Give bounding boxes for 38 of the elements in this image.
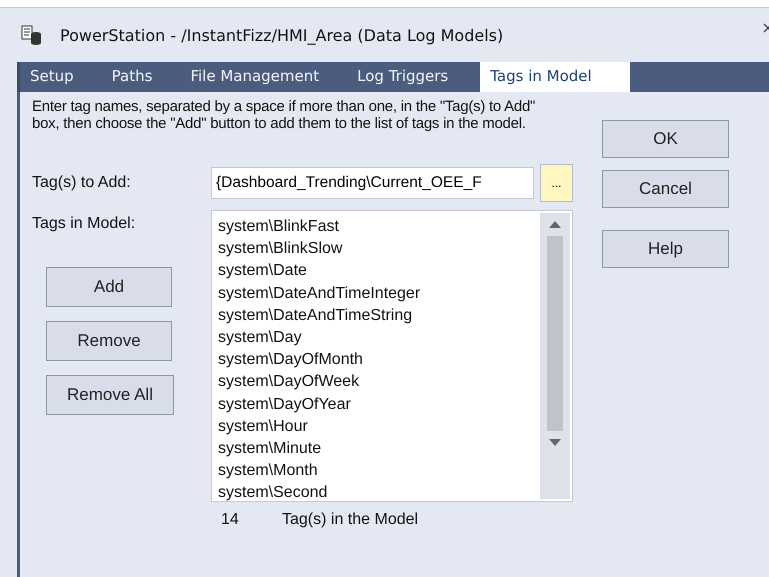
scroll-down-icon[interactable] [549, 439, 561, 446]
list-item[interactable]: system\BlinkFast [218, 216, 538, 238]
tab[interactable]: Tags in Model [480, 62, 630, 92]
document-database-icon [21, 24, 43, 46]
list-item[interactable]: system\Date [218, 260, 538, 283]
dialog-button[interactable]: Help [602, 230, 729, 268]
tab[interactable]: Log Triggers [357, 64, 460, 92]
list-item[interactable]: system\Month [218, 460, 538, 482]
list-action-button[interactable]: Add [46, 267, 172, 307]
browse-button[interactable]: ... [540, 164, 573, 202]
tag-count: 14 [221, 511, 240, 529]
count-label: Tag(s) in the Model [282, 511, 418, 529]
list-item[interactable]: system\Second [218, 482, 538, 501]
list-item[interactable]: system\Hour [218, 416, 538, 438]
window-title: PowerStation - /InstantFizz/HMI_Area (Data Log Models) [60, 26, 504, 44]
tag-list[interactable] [211, 210, 573, 502]
field-label: Tags in Model: [32, 215, 136, 233]
instructions-text: Enter tag names, separated by a space if more than one, in the "Tag(s) to Add" box, then choose the "Add" button to add them to the list of tags in the model. [32, 98, 536, 132]
scrollbar[interactable] [540, 213, 570, 499]
tab[interactable]: File Management [190, 64, 332, 92]
list-item[interactable]: system\DayOfWeek [218, 371, 538, 394]
dialog-button[interactable]: OK [602, 120, 729, 158]
list-action-button[interactable]: Remove [46, 321, 172, 361]
list-item[interactable]: system\Day [218, 327, 538, 350]
input-field[interactable]: {Dashboard_Trending\Current_OEE_F [211, 167, 534, 199]
list-action-button[interactable]: Remove All [46, 375, 174, 415]
list-item[interactable]: system\BlinkSlow [218, 238, 538, 260]
dialog-button[interactable]: Cancel [602, 170, 729, 208]
list-item[interactable]: system\DateAndTimeString [218, 304, 538, 328]
scroll-thumb[interactable] [547, 236, 563, 431]
tab[interactable]: Setup [30, 64, 86, 92]
field-label: Tag(s) to Add: [32, 174, 132, 192]
list-item[interactable]: system\DayOfYear [218, 394, 538, 416]
list-item[interactable]: system\DayOfMonth [218, 349, 538, 372]
scroll-up-icon[interactable] [549, 221, 561, 228]
tab[interactable]: Paths [112, 64, 164, 92]
list-item[interactable]: system\Minute [218, 438, 538, 460]
list-item[interactable]: system\DateAndTimeInteger [218, 282, 538, 305]
